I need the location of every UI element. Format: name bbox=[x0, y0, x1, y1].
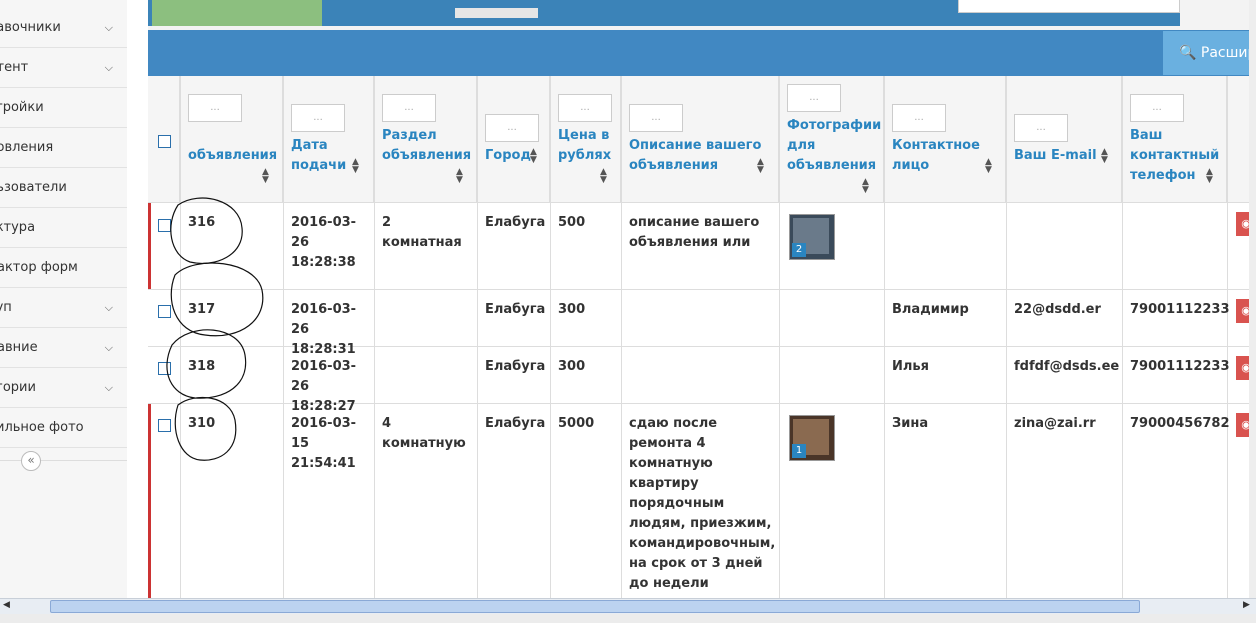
advanced-search-button[interactable]: 🔍 Расшир bbox=[1163, 31, 1256, 75]
column-divider bbox=[621, 76, 622, 598]
column-divider bbox=[1122, 76, 1123, 598]
column-divider bbox=[550, 76, 551, 598]
column-header-contact[interactable]: Контактное лицо bbox=[892, 136, 982, 176]
filter-input-email[interactable]: ... bbox=[1014, 114, 1068, 142]
photo-count-badge: 1 bbox=[792, 444, 806, 458]
photo-thumbnail[interactable]: 2 bbox=[789, 214, 835, 260]
hand-drawn-annotation bbox=[166, 197, 264, 461]
row-divider bbox=[148, 289, 1256, 290]
cell-city: Елабуга bbox=[485, 215, 546, 230]
sort-icon[interactable]: ▲ ▼ bbox=[530, 148, 537, 165]
status-bar bbox=[0, 614, 1256, 623]
cell-contact: Владимир bbox=[892, 302, 969, 317]
sort-icon[interactable]: ▲ ▼ bbox=[456, 168, 463, 185]
sort-icon[interactable]: ▲ ▼ bbox=[1101, 148, 1108, 165]
cell-description: сдаю после ремонта 4 комнатную квартиру … bbox=[629, 416, 776, 591]
cell-contact: Илья bbox=[892, 359, 929, 374]
cell-city: Елабуга bbox=[485, 302, 546, 317]
sort-icon[interactable]: ▲ ▼ bbox=[757, 158, 764, 175]
column-divider bbox=[477, 76, 478, 598]
sort-icon[interactable]: ▲ ▼ bbox=[862, 178, 869, 195]
column-divider bbox=[1006, 76, 1007, 598]
cell-date: 2016-03-26 18:28:27 bbox=[291, 359, 357, 414]
column-divider bbox=[884, 76, 885, 598]
search-icon: 🔍 bbox=[1179, 45, 1197, 61]
column-divider bbox=[374, 76, 375, 598]
filter-input-price[interactable]: ... bbox=[558, 94, 612, 122]
cell-email: 22@dsdd.er bbox=[1014, 302, 1101, 317]
cell-city: Елабуга bbox=[485, 416, 546, 431]
cell-price: 300 bbox=[558, 359, 586, 374]
scrollbar-thumb[interactable] bbox=[50, 600, 1140, 613]
column-header-description[interactable]: Описание вашего объявления bbox=[629, 136, 764, 176]
cell-price: 5000 bbox=[558, 416, 595, 431]
scroll-right-icon[interactable]: ▶ bbox=[1243, 600, 1250, 610]
row-divider bbox=[148, 202, 1256, 203]
sort-icon[interactable]: ▲ ▼ bbox=[600, 168, 607, 185]
cell-date: 2016-03-26 18:28:31 bbox=[291, 302, 357, 357]
column-header-section[interactable]: Раздел объявления bbox=[382, 126, 474, 166]
sort-icon[interactable]: ▲ ▼ bbox=[985, 158, 992, 175]
scroll-left-icon[interactable]: ◀ bbox=[3, 600, 10, 610]
cell-date: 2016-03-26 18:28:38 bbox=[291, 215, 357, 270]
sort-icon[interactable]: ▲ ▼ bbox=[352, 158, 359, 175]
filter-input-phone[interactable]: ... bbox=[1130, 94, 1184, 122]
cell-email: zina@zai.rr bbox=[1014, 416, 1096, 431]
filter-input-contact[interactable]: ... bbox=[892, 104, 946, 132]
cell-description: описание вашего объявления или bbox=[629, 215, 760, 250]
cell-date: 2016-03-15 21:54:41 bbox=[291, 416, 357, 471]
cell-section: 2 комнатная bbox=[382, 215, 462, 250]
cell-contact: Зина bbox=[892, 416, 929, 431]
column-header-photos[interactable]: Фотографии для объявления bbox=[787, 116, 881, 176]
cell-phone: 79001112233 bbox=[1130, 359, 1230, 374]
filter-input-photos[interactable]: ... bbox=[787, 84, 841, 112]
list-header-bar bbox=[148, 30, 1256, 76]
column-header-email[interactable]: Ваш E-mail bbox=[1014, 146, 1100, 166]
filter-input-description[interactable]: ... bbox=[629, 104, 683, 132]
cell-section: 4 комнатную bbox=[382, 416, 466, 451]
toolbar-input[interactable] bbox=[958, 0, 1180, 13]
cell-city: Елабуга bbox=[485, 359, 546, 374]
column-divider bbox=[779, 76, 780, 598]
photo-thumbnail[interactable]: 1 bbox=[789, 415, 835, 461]
toolbar-tab[interactable] bbox=[455, 8, 538, 18]
filter-input-section[interactable]: ... bbox=[382, 94, 436, 122]
search-button-label: Расшир bbox=[1200, 45, 1256, 61]
column-divider bbox=[1227, 76, 1228, 598]
close-icon[interactable]: ✕ bbox=[1163, 2, 1171, 13]
cell-phone: 79001112233 bbox=[1130, 302, 1230, 317]
filter-input-city[interactable]: ... bbox=[485, 114, 539, 142]
column-header-city[interactable]: Город bbox=[485, 146, 531, 166]
column-header-price[interactable]: Цена в рублях bbox=[558, 126, 611, 166]
photo-count-badge: 2 bbox=[792, 243, 806, 257]
cell-price: 300 bbox=[558, 302, 586, 317]
cell-phone: 79000456782 bbox=[1130, 416, 1230, 431]
cell-email: fdfdf@dsds.ee bbox=[1014, 359, 1120, 374]
cell-price: 500 bbox=[558, 215, 586, 230]
sort-icon[interactable]: ▲ ▼ bbox=[1206, 168, 1213, 185]
vertical-scrollbar[interactable] bbox=[1249, 0, 1256, 598]
